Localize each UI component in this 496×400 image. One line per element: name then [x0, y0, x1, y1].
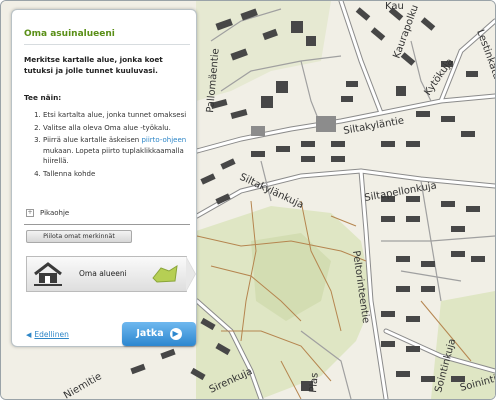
instruction-panel: Oma asuinalueeni Merkitse kartalle alue,… — [11, 9, 197, 347]
drawing-guide-link[interactable]: piirto-ohjeen — [141, 136, 186, 144]
previous-label: Edellinen — [34, 330, 69, 339]
step-2: Valitse alla oleva Oma alue -työkalu. — [43, 123, 209, 134]
step-3: Piirrä alue kartalle äskeisen piirto-ohj… — [43, 135, 209, 167]
step-1: Etsi kartalta alue, jonka tunnet omakses… — [43, 110, 209, 121]
tool-arrow-inner — [186, 257, 195, 291]
map-thumbnail-icon — [152, 265, 178, 283]
continue-label: Jatka — [136, 328, 164, 339]
house-area-icon — [34, 262, 62, 286]
own-area-tool-button[interactable]: Oma alueeni — [26, 256, 187, 292]
previous-link[interactable]: ◀ Edellinen — [26, 330, 69, 339]
label-kau: Kau — [385, 1, 404, 12]
step-3-text-a: Piirrä alue kartalle äskeisen — [43, 136, 142, 144]
chevron-right-icon: ▶ — [169, 327, 182, 340]
instructions-heading: Tee näin: — [24, 93, 62, 102]
grey-building — [316, 116, 336, 132]
expand-icon: + — [26, 209, 34, 217]
step-4: Tallenna kohde — [43, 169, 209, 180]
panel-divider — [24, 224, 190, 225]
chevron-left-icon: ◀ — [26, 331, 32, 339]
grey-building-2 — [251, 126, 265, 136]
continue-button[interactable]: Jatka ▶ — [122, 322, 196, 346]
quickguide-label: Pikaohje — [40, 209, 70, 217]
instruction-steps: Etsi kartalta alue, jonka tunnet omakses… — [24, 110, 209, 181]
title-divider — [24, 44, 190, 45]
step-3-text-b: mukaan. Lopeta piirto tuplaklikkaamalla … — [43, 146, 184, 166]
tool-label: Oma alueeni — [79, 269, 127, 278]
intro-text: Merkitse kartalle alue, jonka koet tutuk… — [24, 55, 163, 75]
panel-title: Oma asuinalueeni — [24, 29, 115, 39]
quickguide-toggle[interactable]: + Pikaohje — [26, 209, 69, 217]
map-app-frame: Kaurapolku Kau Lestinkatu Kytökuja Pallo… — [0, 0, 496, 400]
label-plas: Plas — [308, 372, 321, 393]
hide-markings-button[interactable]: Piilota omat merkinnät — [26, 230, 132, 243]
